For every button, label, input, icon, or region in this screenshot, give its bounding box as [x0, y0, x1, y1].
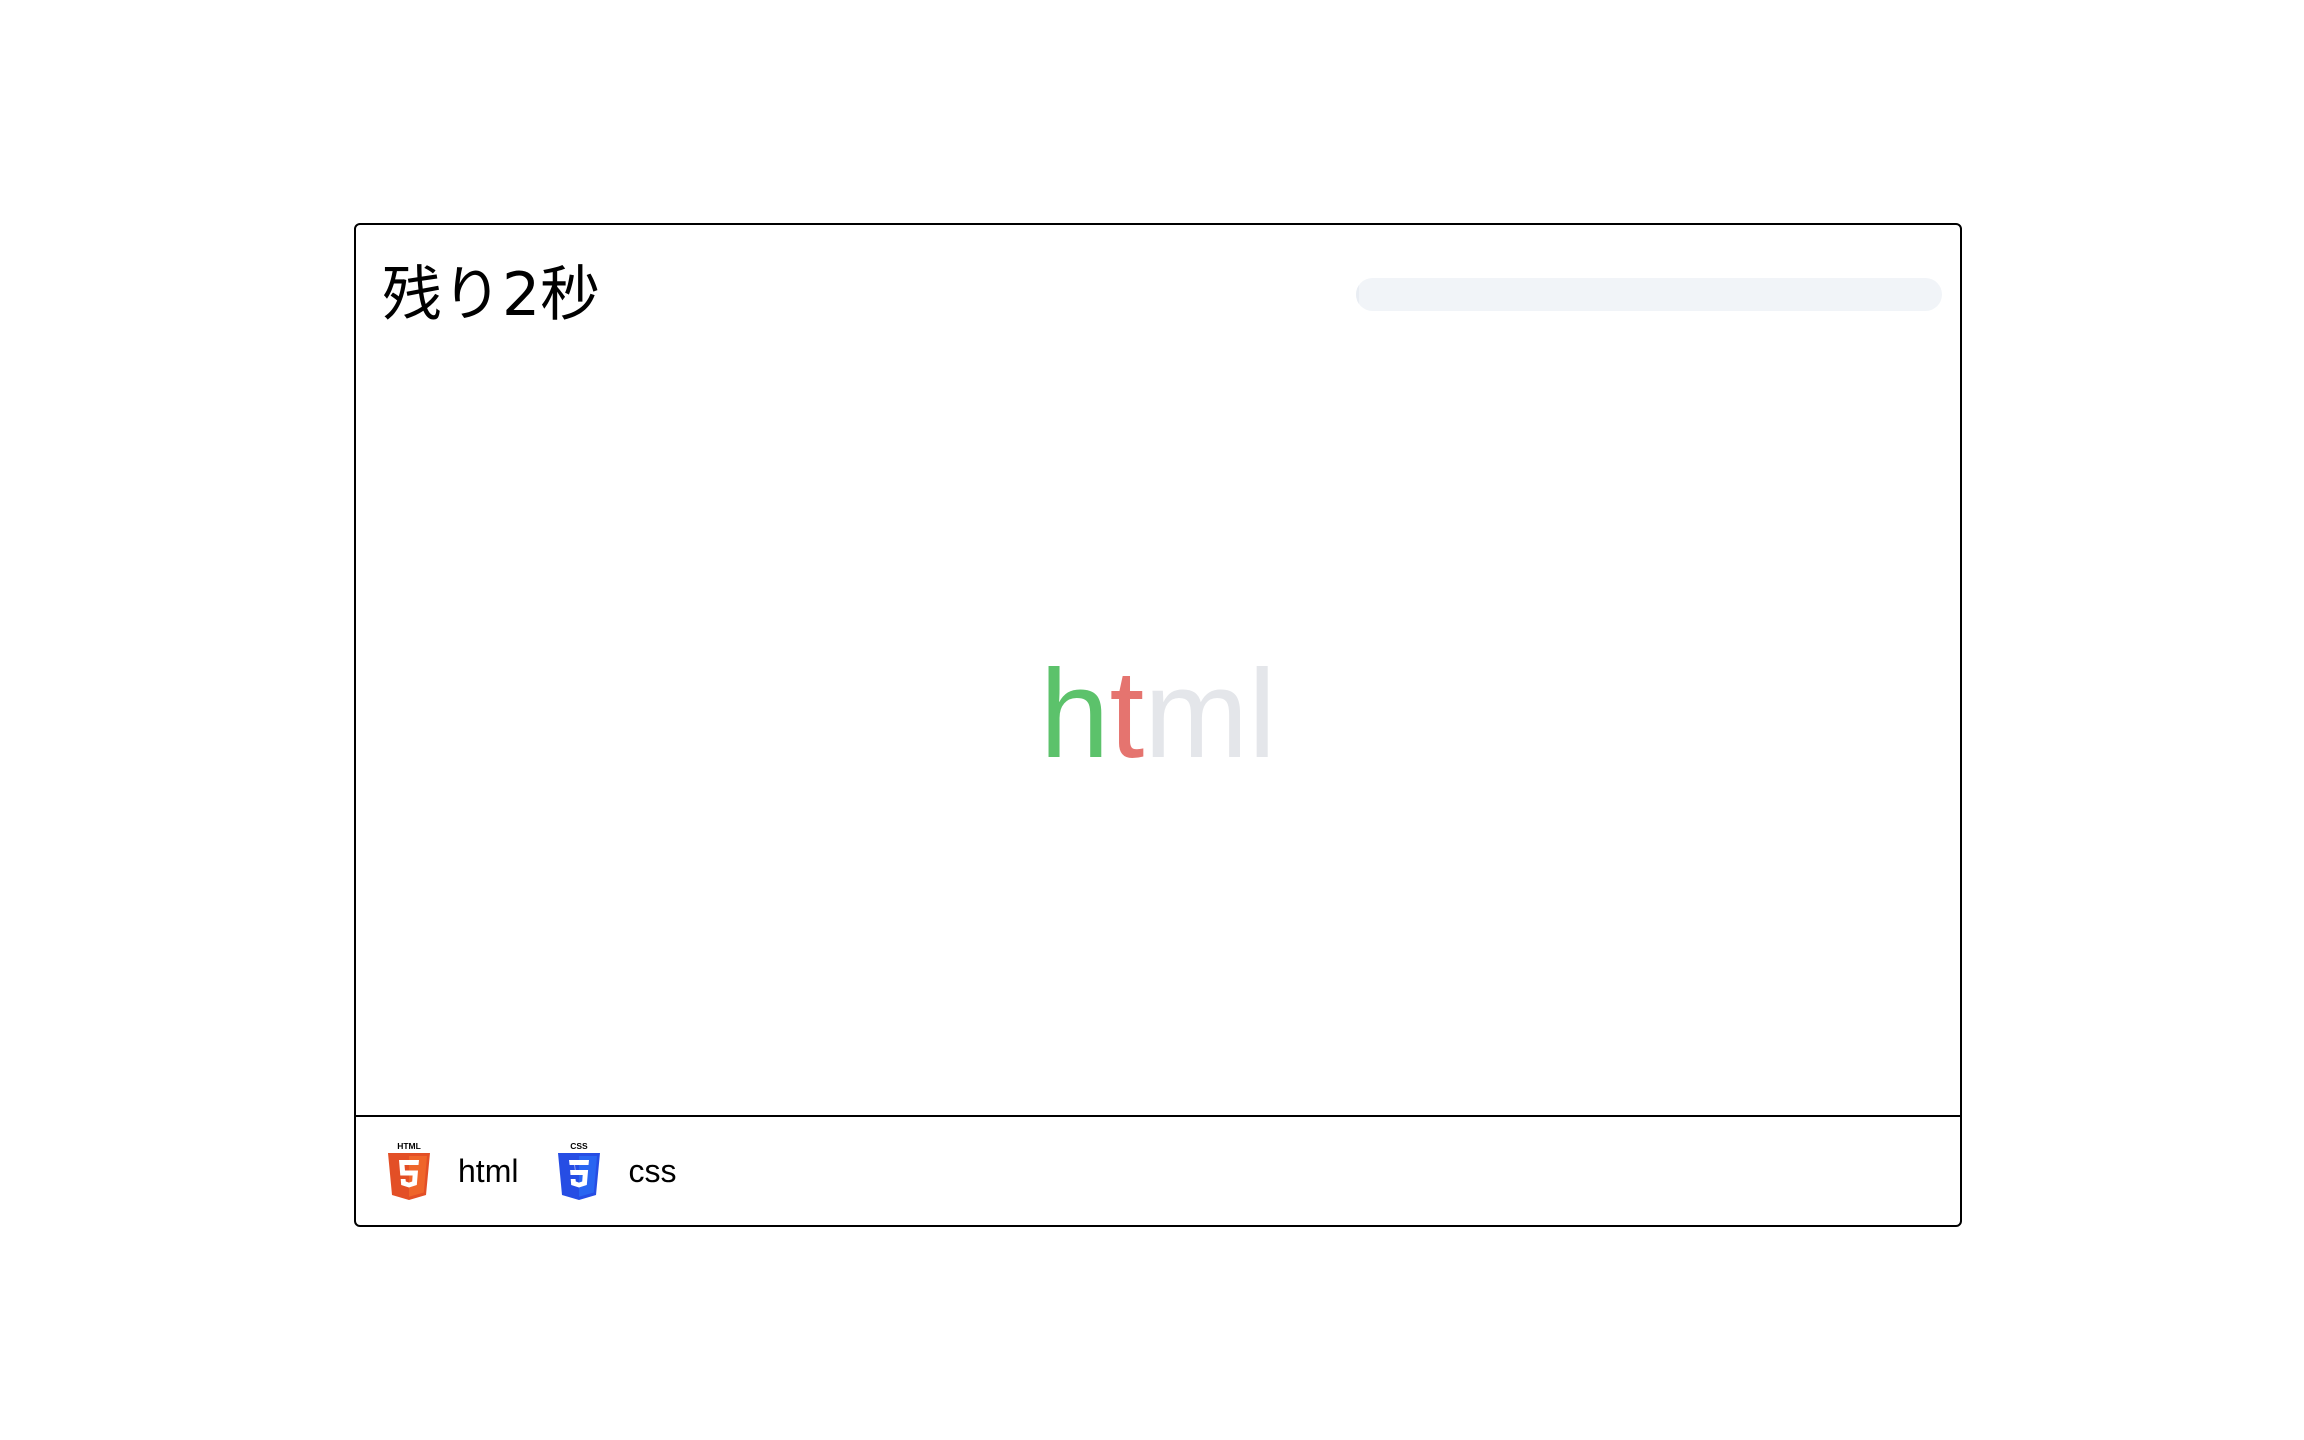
- language-item-css[interactable]: CSS css: [556, 1141, 676, 1201]
- game-area: 残り2秒 html: [356, 225, 1960, 1115]
- css3-icon: CSS: [558, 1141, 601, 1200]
- time-progress-fill: [1356, 278, 1359, 311]
- language-label-css: css: [628, 1153, 677, 1189]
- svg-text:CSS: CSS: [571, 1141, 589, 1151]
- time-remaining-text: 残り2秒: [382, 260, 601, 330]
- target-word: html: [356, 645, 1960, 785]
- mistyped-character: t: [1109, 645, 1145, 784]
- html5-icon: HTML: [388, 1141, 430, 1200]
- typed-characters: h: [1039, 645, 1110, 784]
- language-item-html[interactable]: HTML html: [386, 1141, 518, 1201]
- language-label-html: html: [458, 1153, 519, 1189]
- remaining-characters: ml: [1144, 645, 1277, 784]
- language-footer: HTML html CSS css: [356, 1115, 1960, 1225]
- time-progress-bar: [1356, 278, 1942, 311]
- svg-text:HTML: HTML: [397, 1141, 421, 1151]
- typing-game-card: 残り2秒 html HTML html CSS css: [354, 223, 1962, 1227]
